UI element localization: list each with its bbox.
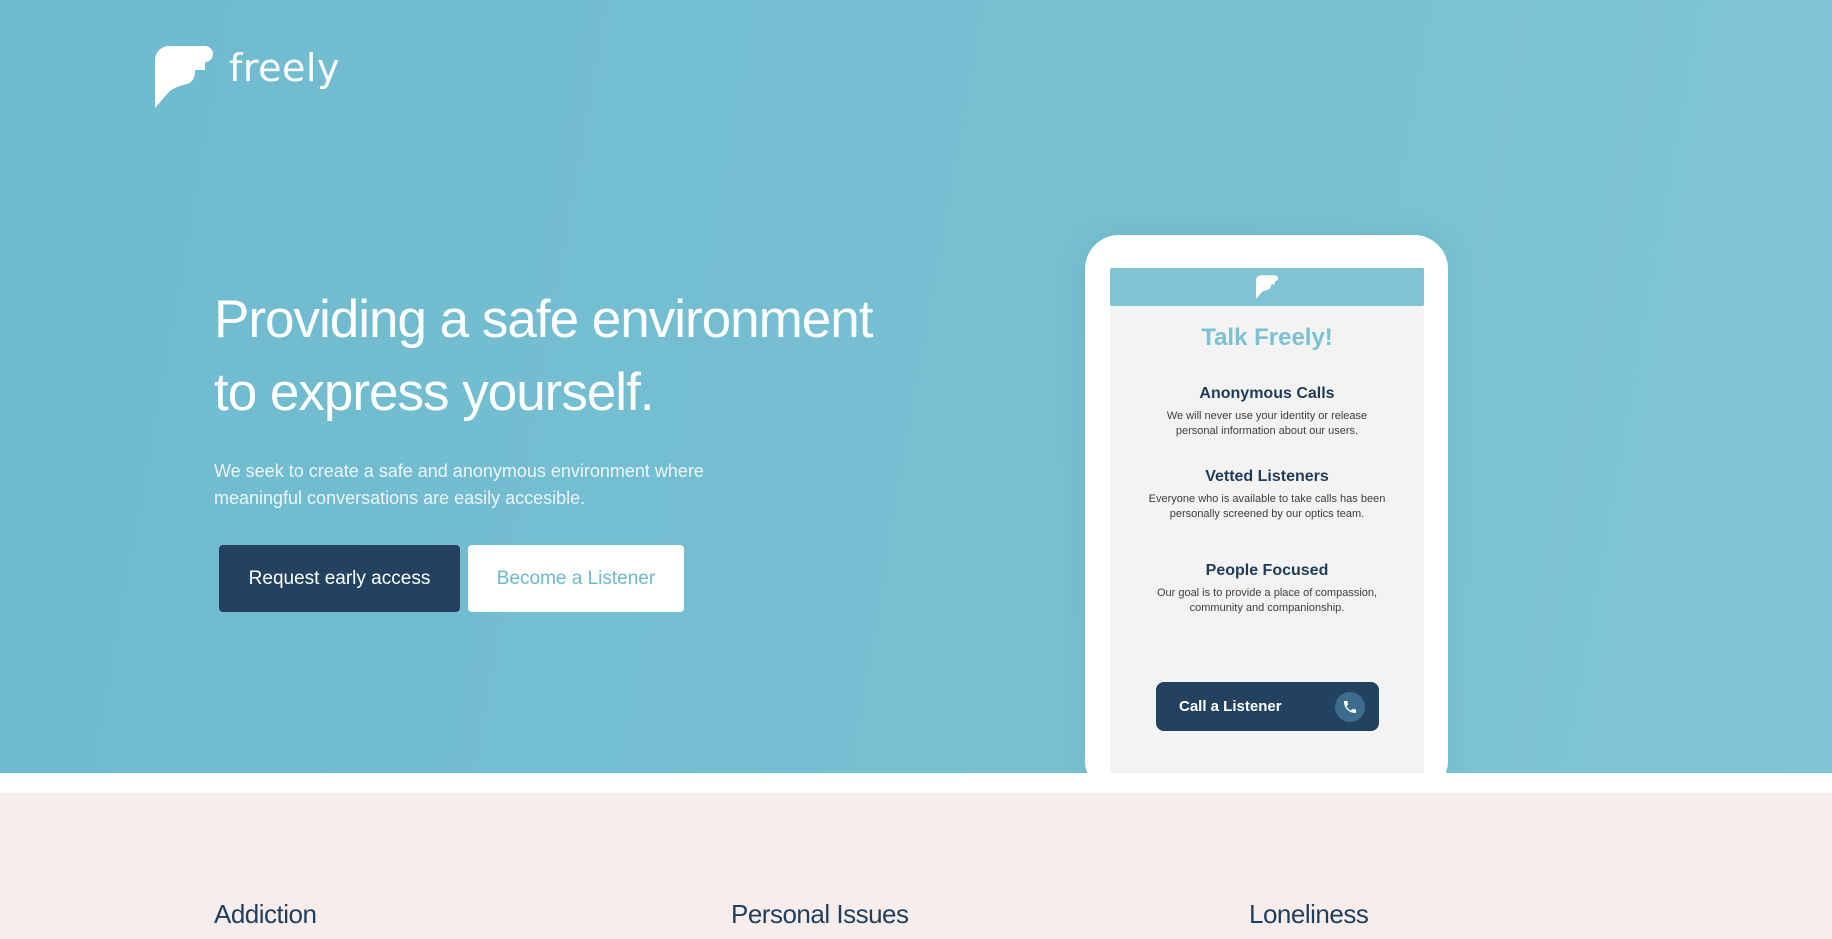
call-listener-button[interactable]: Call a Listener	[1156, 682, 1379, 731]
feature-title: Vetted Listeners	[1205, 468, 1329, 485]
feature-description: Our goal is to provide a place of compas…	[1142, 586, 1392, 616]
call-listener-label: Call a Listener	[1179, 698, 1282, 715]
feature-vetted-listeners: Vetted Listeners Everyone who is availab…	[1110, 468, 1424, 522]
feature-title: People Focused	[1205, 562, 1329, 579]
phone-mockup: Talk Freely! Anonymous Calls We will nev…	[1085, 235, 1448, 773]
feature-desc-line: Everyone who is available to take calls …	[1148, 493, 1386, 505]
request-early-access-button[interactable]: Request early access	[219, 545, 460, 612]
category-personal-issues[interactable]: Personal Issues	[731, 899, 909, 930]
hero-headline: Providing a safe environment to express …	[214, 283, 934, 429]
hero-section: freely Providing a safe environment to e…	[0, 0, 1832, 773]
feature-anonymous-calls: Anonymous Calls We will never use your i…	[1110, 385, 1424, 439]
feature-description: Everyone who is available to take calls …	[1142, 492, 1392, 522]
feature-description: We will never use your identity or relea…	[1142, 409, 1392, 439]
freely-logo-icon	[1256, 275, 1278, 299]
category-addiction[interactable]: Addiction	[214, 899, 317, 930]
become-listener-button[interactable]: Become a Listener	[468, 545, 684, 612]
phone-screen: Talk Freely! Anonymous Calls We will nev…	[1110, 268, 1424, 773]
feature-desc-line: Our goal is to provide a place of compas…	[1156, 587, 1378, 599]
categories-section: Addiction Personal Issues Loneliness	[0, 793, 1832, 939]
phone-title: Talk Freely!	[1201, 324, 1333, 351]
phone-header-bar	[1110, 268, 1424, 306]
feature-desc-line: personally screened by our optics team.	[1169, 508, 1365, 520]
feature-desc-line: community and companionship.	[1189, 602, 1345, 614]
brand-logo[interactable]: freely	[155, 46, 340, 108]
hero-subtext: We seek to create a safe and anonymous e…	[214, 458, 774, 512]
brand-name: freely	[229, 46, 340, 90]
feature-title: Anonymous Calls	[1199, 385, 1335, 402]
feature-desc-line: personal information about our users.	[1175, 425, 1359, 437]
phone-icon	[1335, 691, 1365, 722]
subtext-line-2: meaningful conversations are easily acce…	[214, 488, 586, 508]
feature-desc-line: We will never use your identity or relea…	[1166, 410, 1368, 422]
freely-logo-icon	[155, 46, 213, 108]
category-loneliness[interactable]: Loneliness	[1249, 899, 1369, 930]
feature-people-focused: People Focused Our goal is to provide a …	[1110, 562, 1424, 616]
headline-line-2: to express yourself.	[214, 363, 655, 422]
subtext-line-1: We seek to create a safe and anonymous e…	[214, 461, 704, 481]
headline-line-1: Providing a safe environment	[214, 290, 873, 349]
